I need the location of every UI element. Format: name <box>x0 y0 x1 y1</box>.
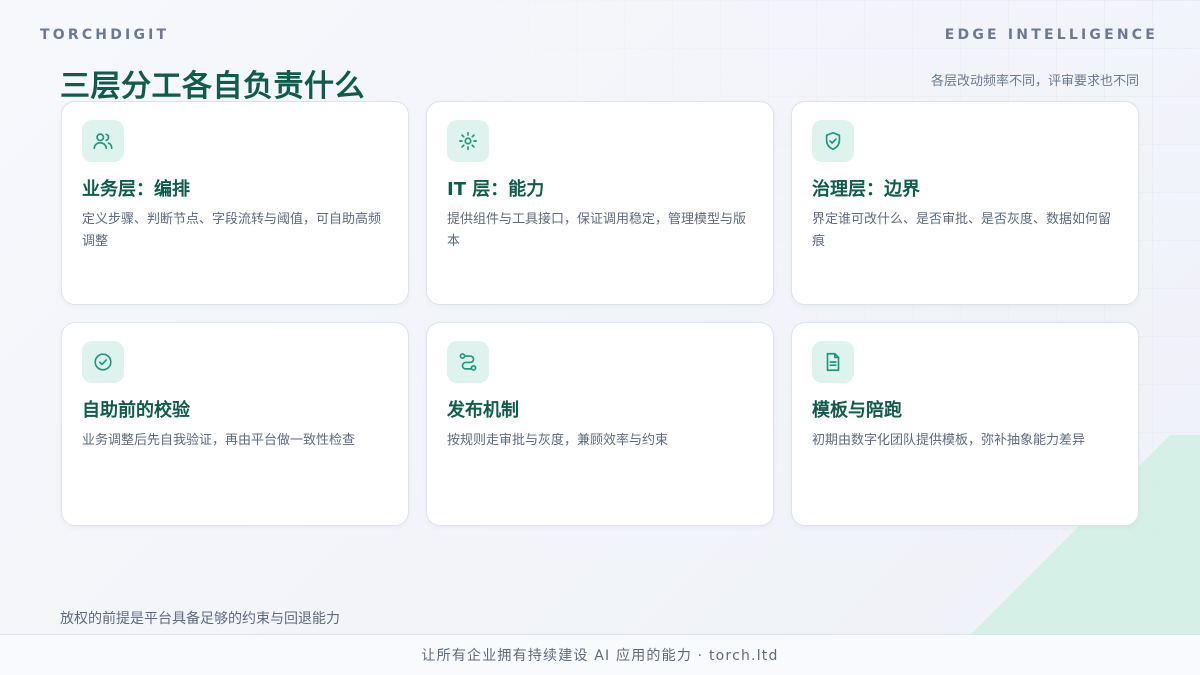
card-description: 业务调整后先自我验证，再由平台做一致性检查 <box>82 433 356 448</box>
card-release-mechanism: 发布机制 按规则走审批与灰度，兼顾效率与约束 <box>426 322 774 526</box>
header-tagline: EDGE INTELLIGENCE <box>944 27 1158 43</box>
footer-bar: 让所有企业拥有持续建设 AI 应用的能力 · torch.ltd <box>0 634 1200 675</box>
shield-check-icon <box>812 120 854 162</box>
card-business-layer: 业务层：编排 定义步骤、判断节点、字段流转与阈值，可自助高频调整 <box>61 101 409 305</box>
card-title: 业务层：编排 <box>82 179 190 200</box>
route-icon <box>447 341 489 383</box>
page-title: 三层分工各自负责什么 <box>60 69 365 104</box>
document-icon <box>812 341 854 383</box>
footer-text: 让所有企业拥有持续建设 AI 应用的能力 · torch.ltd <box>421 648 779 664</box>
card-description: 初期由数字化团队提供模板，弥补抽象能力差异 <box>812 433 1086 448</box>
card-description: 界定谁可改什么、是否审批、是否灰度、数据如何留痕 <box>812 212 1112 249</box>
gear-icon <box>447 120 489 162</box>
card-title: 发布机制 <box>447 400 519 421</box>
card-description: 定义步骤、判断节点、字段流转与阈值，可自助高频调整 <box>82 212 382 249</box>
footer-note: 放权的前提是平台具备足够的约束与回退能力 <box>60 611 340 627</box>
users-icon <box>82 120 124 162</box>
card-title: IT 层：能力 <box>447 179 545 200</box>
card-description: 提供组件与工具接口，保证调用稳定，管理模型与版本 <box>447 212 747 249</box>
page-subtitle: 各层改动频率不同，评审要求也不同 <box>930 74 1139 89</box>
card-self-check: 自助前的校验 业务调整后先自我验证，再由平台做一致性检查 <box>61 322 409 526</box>
card-title: 自助前的校验 <box>82 400 190 421</box>
brand-logo-text: TORCHDIGIT <box>40 27 170 43</box>
card-governance-layer: 治理层：边界 界定谁可改什么、是否审批、是否灰度、数据如何留痕 <box>791 101 1139 305</box>
card-it-layer: IT 层：能力 提供组件与工具接口，保证调用稳定，管理模型与版本 <box>426 101 774 305</box>
card-title: 治理层：边界 <box>812 179 920 200</box>
card-description: 按规则走审批与灰度，兼顾效率与约束 <box>447 433 669 448</box>
card-title: 模板与陪跑 <box>812 400 902 421</box>
card-templates: 模板与陪跑 初期由数字化团队提供模板，弥补抽象能力差异 <box>791 322 1139 526</box>
check-circle-icon <box>82 341 124 383</box>
